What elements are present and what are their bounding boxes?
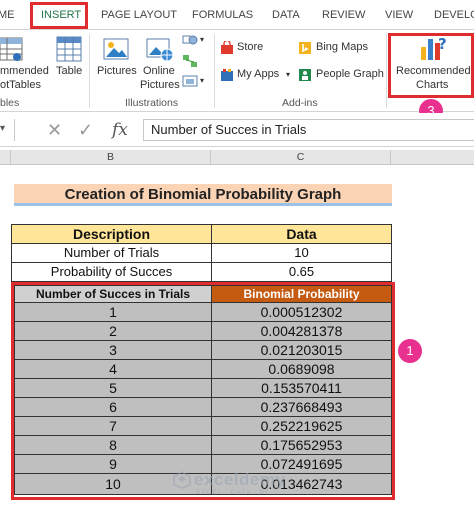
tab-view[interactable]: VIEW <box>385 9 413 21</box>
tab-home[interactable]: ME <box>0 9 15 21</box>
column-header-a[interactable] <box>0 150 11 165</box>
tab-formulas[interactable]: FORMULAS <box>192 9 253 21</box>
online-pictures-label-2[interactable]: Pictures <box>140 79 180 92</box>
illustrations-group-label: Illustrations <box>125 97 179 109</box>
summary-value-trials[interactable]: 10 <box>211 243 392 263</box>
table-button-label[interactable]: Table <box>56 65 82 78</box>
column-header-d[interactable] <box>391 150 474 165</box>
step-badge-table: 1 <box>398 339 422 363</box>
recommended-pivot-label-2[interactable]: otTables <box>0 79 41 92</box>
online-pictures-icon[interactable] <box>146 36 174 62</box>
ribbon-divider <box>214 34 215 108</box>
tab-page-layout[interactable]: PAGE LAYOUT <box>101 9 177 21</box>
tables-group-label: bles <box>0 97 20 109</box>
addins-group-label: Add-ins <box>282 97 318 109</box>
recommended-charts-highlight <box>388 33 474 98</box>
my-apps-icon[interactable] <box>220 68 234 82</box>
chevron-down-icon[interactable]: ▾ <box>286 68 290 81</box>
recommended-pivot-label-1[interactable]: mmended <box>0 65 49 78</box>
store-icon[interactable] <box>220 41 234 55</box>
insert-tab-highlight <box>30 2 88 29</box>
summary-label-trials[interactable]: Number of Trials <box>11 243 212 263</box>
sheet-title[interactable]: Creation of Binomial Probability Graph <box>14 184 392 206</box>
ribbon-divider <box>386 34 387 108</box>
summary-value-probability[interactable]: 0.65 <box>211 262 392 282</box>
summary-label-probability[interactable]: Probability of Succes <box>11 262 212 282</box>
name-box-divider <box>14 119 15 141</box>
people-graph-icon[interactable] <box>298 68 312 82</box>
data-range-highlight <box>11 282 395 500</box>
smartart-icon[interactable] <box>182 54 198 68</box>
bing-maps-icon[interactable] <box>298 41 312 55</box>
screenshot-icon[interactable] <box>182 74 198 88</box>
online-pictures-label-1[interactable]: Online <box>143 65 175 78</box>
pictures-button-label[interactable]: Pictures <box>97 65 137 78</box>
my-apps-button-label[interactable]: My Apps <box>237 68 279 81</box>
store-button-label[interactable]: Store <box>237 41 263 54</box>
column-header-c[interactable]: C <box>211 150 391 165</box>
formula-bar: ▾ ✕ ✓ fx Number of Succes in Trials <box>0 113 474 147</box>
column-header-b[interactable]: B <box>11 150 211 165</box>
insert-function-icon[interactable]: fx <box>112 121 128 139</box>
bing-maps-button-label[interactable]: Bing Maps <box>316 41 368 54</box>
exceldemy-logo-icon <box>173 471 191 489</box>
enter-icon[interactable]: ✓ <box>78 121 93 139</box>
people-graph-button-label[interactable]: People Graph <box>316 68 384 81</box>
cancel-icon[interactable]: ✕ <box>47 121 62 139</box>
tab-developer[interactable]: DEVELO <box>434 9 474 21</box>
chevron-down-icon[interactable]: ▾ <box>200 33 204 46</box>
formula-input[interactable]: Number of Succes in Trials <box>143 119 474 141</box>
pivot-table-icon[interactable] <box>0 36 26 64</box>
chevron-down-icon[interactable]: ▾ <box>200 74 204 87</box>
name-box-dropdown-icon[interactable]: ▾ <box>0 123 5 134</box>
pictures-icon[interactable] <box>103 36 129 62</box>
tab-review[interactable]: REVIEW <box>322 9 365 21</box>
ribbon-divider <box>89 34 90 108</box>
summary-header-data[interactable]: Data <box>211 224 392 244</box>
summary-header-description[interactable]: Description <box>11 224 212 244</box>
table-icon[interactable] <box>56 36 82 62</box>
watermark-text: exceldemy <box>194 470 286 489</box>
watermark-tagline: EXCEL · DATA · BI <box>196 489 268 496</box>
shapes-icon[interactable] <box>182 33 198 47</box>
tab-data[interactable]: DATA <box>272 9 300 21</box>
